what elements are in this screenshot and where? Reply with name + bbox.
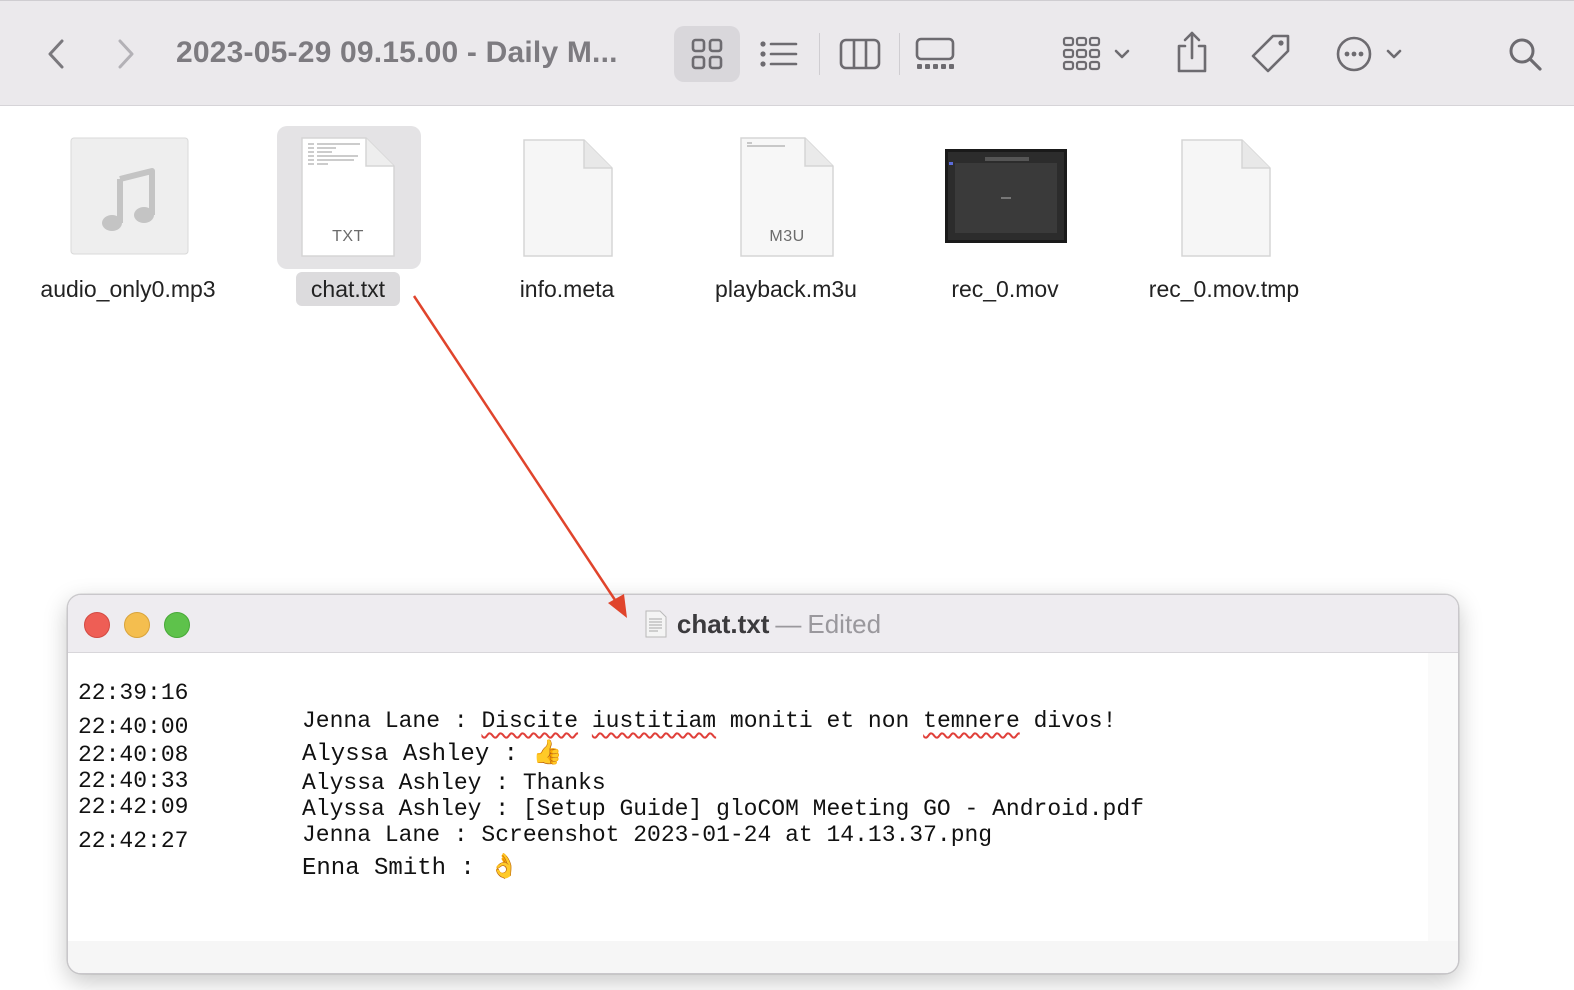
tag-icon (1251, 34, 1290, 73)
video-thumbnail (945, 149, 1067, 248)
text-file-thumbnail: TXT (300, 136, 396, 263)
document-name: chat.txt (676, 609, 770, 639)
column-view-icon[interactable] (838, 37, 882, 71)
group-by-button[interactable] (1058, 33, 1138, 75)
forward-button[interactable] (110, 35, 142, 73)
list-view-icon[interactable] (758, 37, 800, 71)
vertical-scrollbar[interactable] (1428, 653, 1458, 941)
edited-status: Edited (807, 609, 882, 639)
chat-message: Jenna Lane : Screenshot 2023-01-24 at 14… (302, 822, 993, 848)
chat-line: 22:39:16 Jenna Lane : Discite iustitiam … (78, 651, 1116, 734)
group-icon (1062, 36, 1130, 71)
chat-message: Alyssa Ashley : Thanks (302, 770, 606, 796)
chat-line: 22:42:09 Jenna Lane : Screenshot 2023-01… (78, 765, 992, 848)
chat-message: Jenna Lane : Discite iustitiam moniti et… (302, 708, 1117, 734)
window-title: chat.txt — Edited (68, 607, 1458, 641)
generic-file-thumbnail (522, 138, 614, 263)
file-name: chat.txt (296, 272, 400, 306)
file-name: playback.m3u (715, 276, 857, 302)
back-button[interactable] (40, 35, 72, 73)
title-separator: — (775, 609, 802, 639)
tag-button[interactable] (1248, 31, 1294, 77)
search-icon (1509, 38, 1542, 71)
gallery-view-icon[interactable] (912, 35, 958, 73)
file-type-badge: TXT (332, 228, 364, 245)
window-bottom-edge (68, 941, 1458, 973)
share-icon (1177, 31, 1207, 73)
window-title: 2023-05-29 09.15.00 - Daily M... (176, 36, 618, 69)
chat-line: 22:40:33 Alyssa Ashley : [Setup Guide] g… (78, 739, 1144, 822)
playlist-file-thumbnail: M3U (739, 136, 835, 263)
more-icon (1336, 36, 1402, 72)
chat-message: Alyssa Ashley : 👍 (302, 741, 563, 768)
grid-view-icon[interactable] (688, 37, 726, 71)
chat-line: 22:42:27 Enna Smith : 👌 (78, 799, 519, 882)
chat-message: Enna Smith : 👌 (302, 855, 520, 882)
chevron-right-icon (118, 39, 134, 69)
file-name: rec_0.mov (951, 276, 1059, 302)
chevron-left-icon (48, 39, 64, 69)
generic-file-thumbnail (1180, 138, 1272, 263)
textedit-window: chat.txt — Edited 22:39:16 Jenna Lane : Di… (67, 594, 1459, 974)
search-button[interactable] (1506, 35, 1544, 73)
file-name: info.meta (519, 276, 615, 302)
chat-line: 22:40:08 Alyssa Ashley : Thanks (78, 713, 606, 796)
document-icon (645, 610, 667, 646)
file-name: audio_only0.mp3 (40, 276, 216, 302)
chat-time: 22:42:27 (78, 828, 189, 854)
file-type-badge: M3U (769, 228, 805, 245)
chat-message: Alyssa Ashley : [Setup Guide] gloCOM Mee… (302, 796, 1144, 822)
share-button[interactable] (1172, 29, 1212, 75)
chat-line: 22:40:00 Alyssa Ashley : 👍 (78, 685, 562, 768)
window-titlebar[interactable]: chat.txt — Edited (68, 595, 1458, 653)
text-editor-area[interactable]: 22:39:16 Jenna Lane : Discite iustitiam … (68, 653, 1429, 942)
more-actions-button[interactable] (1334, 33, 1408, 75)
file-name: rec_0.mov.tmp (1148, 276, 1300, 302)
finder-toolbar: 2023-05-29 09.15.00 - Daily M... (0, 0, 1574, 106)
audio-file-thumbnail (70, 137, 190, 262)
